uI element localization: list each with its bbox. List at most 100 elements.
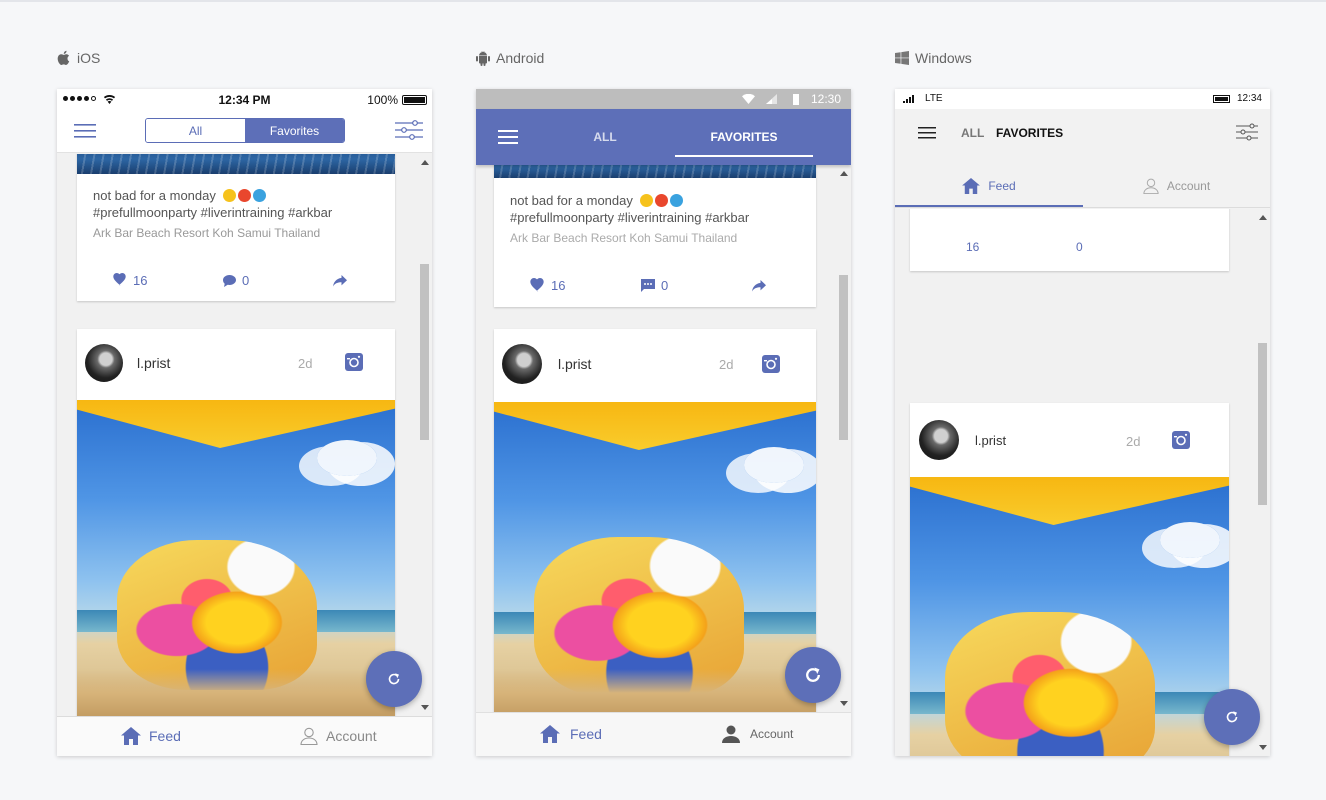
pivot-account[interactable]: Account [1083, 165, 1270, 207]
windows-icon [895, 51, 909, 65]
segment-favorites[interactable]: Favorites [245, 119, 344, 142]
header-tab-all[interactable]: ALL [961, 126, 984, 140]
battery-icon [793, 94, 799, 105]
app-bar: ALL FAVORITES [476, 109, 851, 165]
tab-account[interactable]: Account [722, 725, 793, 743]
top-divider [0, 0, 1326, 2]
post-photo [494, 402, 816, 712]
instagram-icon[interactable] [762, 355, 780, 373]
status-bar: LTE 12:34 [895, 89, 1270, 109]
post-photo [494, 165, 816, 178]
refresh-button[interactable] [1204, 689, 1260, 745]
hamburger-icon[interactable] [498, 130, 518, 144]
battery-percent: 100% [367, 93, 398, 107]
feed-scroll-area[interactable]: not bad for a monday #prefullmoonparty #… [57, 154, 432, 716]
header-tab-favorites[interactable]: FAVORITES [996, 126, 1063, 140]
wifi-icon [742, 94, 755, 104]
tab-label: Feed [149, 728, 181, 744]
post-age: 2d [298, 356, 313, 371]
refresh-button[interactable] [366, 651, 422, 707]
refresh-icon [1226, 711, 1238, 723]
header-divider [895, 207, 1270, 208]
status-time: 12:34 [1236, 93, 1262, 104]
signal-icon [766, 94, 777, 104]
home-icon [121, 727, 141, 745]
post-caption: not bad for a monday #prefullmoonparty #… [510, 193, 750, 225]
windows-device: LTE 12:34 ALL FAVORITES Feed Account 16 … [895, 89, 1270, 756]
post-username[interactable]: l.prist [975, 433, 1006, 448]
user-icon [722, 725, 740, 743]
tab-bar: Feed Account [57, 716, 432, 756]
tab-label: Account [750, 727, 794, 741]
sliders-icon[interactable] [1236, 123, 1258, 141]
post-username[interactable]: l.prist [558, 356, 591, 372]
status-bar: 12:30 [476, 89, 851, 109]
scrollbar[interactable] [836, 165, 851, 712]
share-icon[interactable] [752, 280, 766, 292]
segment-all[interactable]: All [146, 119, 245, 142]
status-time: 12:30 [810, 92, 841, 106]
post-photo [77, 400, 395, 716]
tab-label: Account [326, 728, 377, 744]
platform-label-windows: Windows [895, 48, 972, 68]
instagram-icon[interactable] [1172, 431, 1190, 449]
post-photo [77, 154, 395, 174]
post-card: not bad for a monday #prefullmoonparty #… [494, 165, 816, 307]
like-count: 16 [551, 278, 566, 293]
navigation-bar: All Favorites [57, 109, 432, 153]
tab-feed[interactable]: Feed [540, 725, 602, 743]
avatar[interactable] [85, 344, 123, 382]
comment-icon[interactable] [641, 279, 655, 292]
avatar[interactable] [502, 344, 542, 384]
feed-scroll-area[interactable]: 16 0 l.prist 2d B [895, 209, 1270, 756]
heart-icon[interactable] [529, 278, 545, 292]
tab-indicator [675, 155, 813, 157]
post-username[interactable]: l.prist [137, 355, 170, 371]
tab-all[interactable]: ALL [536, 109, 674, 165]
share-icon[interactable] [333, 275, 347, 287]
home-icon [540, 725, 560, 743]
avatar[interactable] [919, 420, 959, 460]
post-age: 2d [1126, 434, 1141, 449]
pivot-label: Feed [988, 179, 1016, 193]
home-icon [962, 178, 981, 194]
post-location: Ark Bar Beach Resort Koh Samui Thailand [510, 231, 738, 245]
post-card: 16 0 [910, 209, 1229, 271]
pivot-label: Account [1166, 179, 1211, 193]
user-icon [300, 727, 318, 745]
header: ALL FAVORITES Feed Account [895, 109, 1270, 209]
platform-label-text: Android [496, 50, 545, 66]
post-card: l.prist 2d B [910, 403, 1229, 756]
tab-feed[interactable]: Feed [121, 727, 181, 745]
platform-label-text: iOS [77, 50, 101, 66]
post-photo [910, 477, 1229, 756]
refresh-button[interactable] [785, 647, 841, 703]
platform-label-android: Android [476, 48, 544, 68]
heart-icon[interactable] [112, 273, 127, 286]
tab-account[interactable]: Account [300, 727, 377, 745]
sliders-icon[interactable] [395, 119, 423, 141]
refresh-icon [806, 667, 820, 682]
bottom-navigation: Feed Account [476, 712, 851, 756]
user-icon [1143, 178, 1159, 194]
instagram-icon[interactable] [345, 353, 363, 371]
refresh-icon [388, 673, 400, 685]
scrollbar[interactable] [417, 154, 432, 716]
feed-scroll-area[interactable]: not bad for a monday #prefullmoonparty #… [476, 165, 851, 712]
post-age: 2d [719, 357, 734, 372]
battery-icon [402, 95, 427, 105]
post-location: Ark Bar Beach Resort Koh Samui Thailand [93, 226, 321, 240]
comment-count: 0 [242, 273, 250, 288]
pivot-feed[interactable]: Feed [895, 165, 1083, 207]
hamburger-icon[interactable] [74, 124, 96, 138]
comment-icon[interactable] [223, 275, 236, 287]
platform-label-text: Windows [915, 50, 972, 66]
post-card: not bad for a monday #prefullmoonparty #… [77, 154, 395, 301]
android-device: 12:30 ALL FAVORITES not bad for a monday… [476, 89, 851, 756]
hamburger-icon[interactable] [918, 127, 936, 139]
apple-icon [57, 50, 70, 66]
ios-device: 12:34 PM 100% All Favorites not bad for … [57, 89, 432, 756]
platform-label-ios: iOS [57, 48, 100, 68]
like-count: 16 [966, 240, 980, 254]
scrollbar[interactable] [1255, 209, 1270, 756]
